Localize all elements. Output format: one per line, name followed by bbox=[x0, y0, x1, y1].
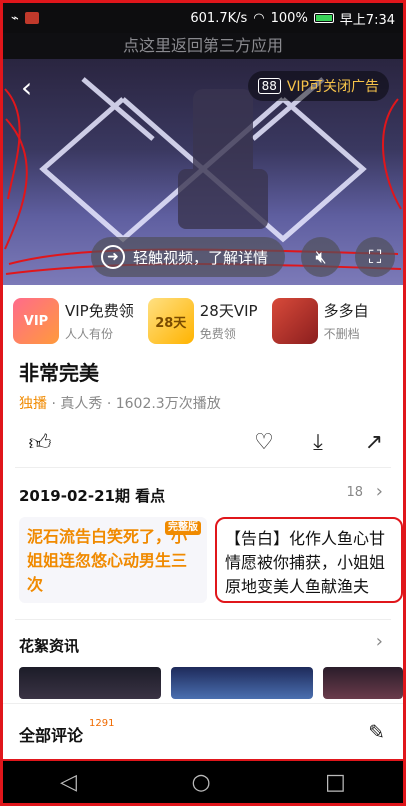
vip-close-ad-label: VIP可关闭广告 bbox=[286, 79, 379, 95]
episode-count: 18 bbox=[346, 485, 363, 500]
back-triangle-icon[interactable]: ◁ bbox=[60, 770, 77, 795]
video-player[interactable]: ‹ 88 VIP可关闭广告 ➜ 轻触视频，了解详情 🔇︎ ⛶ bbox=[3, 59, 403, 285]
promo-title: VIP免费领 bbox=[65, 302, 134, 320]
share-button[interactable]: ↗ bbox=[359, 427, 389, 457]
app-notification-icon bbox=[24, 12, 39, 24]
thumbs-up-icon: 👍︎ bbox=[28, 430, 52, 456]
exclusive-tag: 独播 bbox=[19, 396, 47, 412]
return-to-app-bar[interactable]: 点这里返回第三方应用 bbox=[3, 33, 403, 59]
divider bbox=[15, 619, 391, 620]
enter-arrow-icon: ➜ bbox=[101, 245, 125, 269]
learn-more-button[interactable]: ➜ 轻触视频，了解详情 bbox=[91, 237, 285, 277]
show-meta: 独播 · 真人秀 · 1602.3万次播放 bbox=[19, 393, 221, 413]
edit-pencil-icon[interactable]: ✎ bbox=[368, 720, 385, 744]
share-icon: ↗ bbox=[364, 429, 384, 455]
like-button[interactable]: 👍︎ bbox=[25, 427, 55, 457]
promo-title: 多多自 bbox=[323, 302, 369, 320]
usb-icon: ⌁ bbox=[11, 10, 19, 26]
vip-close-ad-button[interactable]: 88 VIP可关闭广告 bbox=[247, 71, 389, 101]
mute-icon: 🔇︎ bbox=[315, 246, 327, 268]
vip-card-icon: 28天 bbox=[147, 298, 194, 344]
clock: 早上7:34 bbox=[339, 12, 395, 28]
show-title: 非常完美 bbox=[19, 361, 99, 385]
promo-subtitle: 免费领 bbox=[199, 327, 236, 341]
wifi-icon: ◠ bbox=[253, 10, 265, 26]
heart-plus-icon: ♡ bbox=[254, 429, 274, 455]
learn-more-label: 轻触视频，了解详情 bbox=[133, 248, 269, 267]
vip-gift-icon: VIP bbox=[13, 298, 59, 344]
promo-game[interactable]: 多多自 不删档 bbox=[271, 295, 369, 347]
game-character-icon bbox=[271, 298, 318, 344]
fullscreen-button[interactable]: ⛶ bbox=[355, 237, 395, 277]
comment-count: 1291 bbox=[89, 718, 115, 729]
download-icon: ⤓ bbox=[313, 429, 323, 455]
highlight-card[interactable]: 完整版 泥石流告白笑死了，小姐姐连忽悠心动男生三次 bbox=[19, 517, 207, 603]
promo-vip-free[interactable]: VIP VIP免费领 人人有份 bbox=[13, 295, 134, 347]
episode-header: 2019-02-21期 看点 bbox=[19, 487, 166, 505]
meta-separator: · bbox=[106, 396, 116, 412]
highlight-card[interactable]: 【告白】化作人鱼心甘情愿被你捕获，小姐姐原地变美人鱼献渔夫 bbox=[215, 517, 403, 603]
promo-subtitle: 人人有份 bbox=[65, 327, 114, 341]
network-speed: 601.7K/s bbox=[190, 10, 248, 26]
play-count: 1602.3万次播放 bbox=[115, 396, 221, 412]
divider bbox=[15, 467, 391, 468]
fullscreen-icon: ⛶ bbox=[368, 246, 382, 268]
status-bar: ⌁ 601.7K/s ◠ 100% 早上7:34 bbox=[3, 3, 403, 33]
promo-row: VIP VIP免费领 人人有份 28天 28天VIP 免费领 多多自 不删档 bbox=[13, 295, 403, 347]
download-button[interactable]: ⤓ bbox=[303, 427, 333, 457]
news-header: 花絮资讯 bbox=[19, 637, 80, 655]
ad-countdown: 88 bbox=[257, 78, 281, 94]
full-version-badge: 完整版 bbox=[165, 521, 201, 535]
highlight-text: 【告白】化作人鱼心甘情愿被你捕获，小姐姐原地变美人鱼献渔夫 bbox=[225, 529, 386, 596]
recents-square-icon[interactable]: □ bbox=[325, 770, 346, 795]
mute-button[interactable]: 🔇︎ bbox=[301, 237, 341, 277]
favorite-button[interactable]: ♡ bbox=[249, 427, 279, 457]
battery-percent: 100% bbox=[270, 10, 308, 26]
action-bar: 👍︎ ♡ ⤓ ↗ bbox=[3, 423, 403, 463]
screen-frame: ⌁ 601.7K/s ◠ 100% 早上7:34 点这里返回第三方应用 ‹ 88… bbox=[0, 0, 406, 806]
chevron-right-icon[interactable]: › bbox=[376, 631, 383, 652]
chevron-right-icon[interactable]: › bbox=[376, 481, 383, 502]
home-circle-icon[interactable]: ○ bbox=[191, 770, 210, 795]
comment-bar: 全部评论 1291 ✎ bbox=[3, 703, 403, 759]
news-thumbnail[interactable] bbox=[171, 667, 313, 699]
promo-subtitle: 不删档 bbox=[323, 327, 360, 341]
promo-title: 28天VIP bbox=[199, 302, 258, 320]
all-comments-label[interactable]: 全部评论 bbox=[19, 722, 83, 746]
promo-28-day-vip[interactable]: 28天 28天VIP 免费领 bbox=[147, 295, 258, 347]
news-thumbnails bbox=[19, 667, 403, 699]
show-category: 真人秀 bbox=[60, 396, 103, 412]
news-thumbnail[interactable] bbox=[19, 667, 161, 699]
back-arrow-icon[interactable]: ‹ bbox=[21, 71, 32, 104]
news-thumbnail[interactable] bbox=[323, 667, 403, 699]
battery-icon bbox=[313, 13, 334, 23]
system-nav-bar: ◁ ○ □ bbox=[3, 759, 403, 803]
highlight-text: 泥石流告白笑死了，小姐姐连忽悠心动男生三次 bbox=[27, 527, 188, 594]
